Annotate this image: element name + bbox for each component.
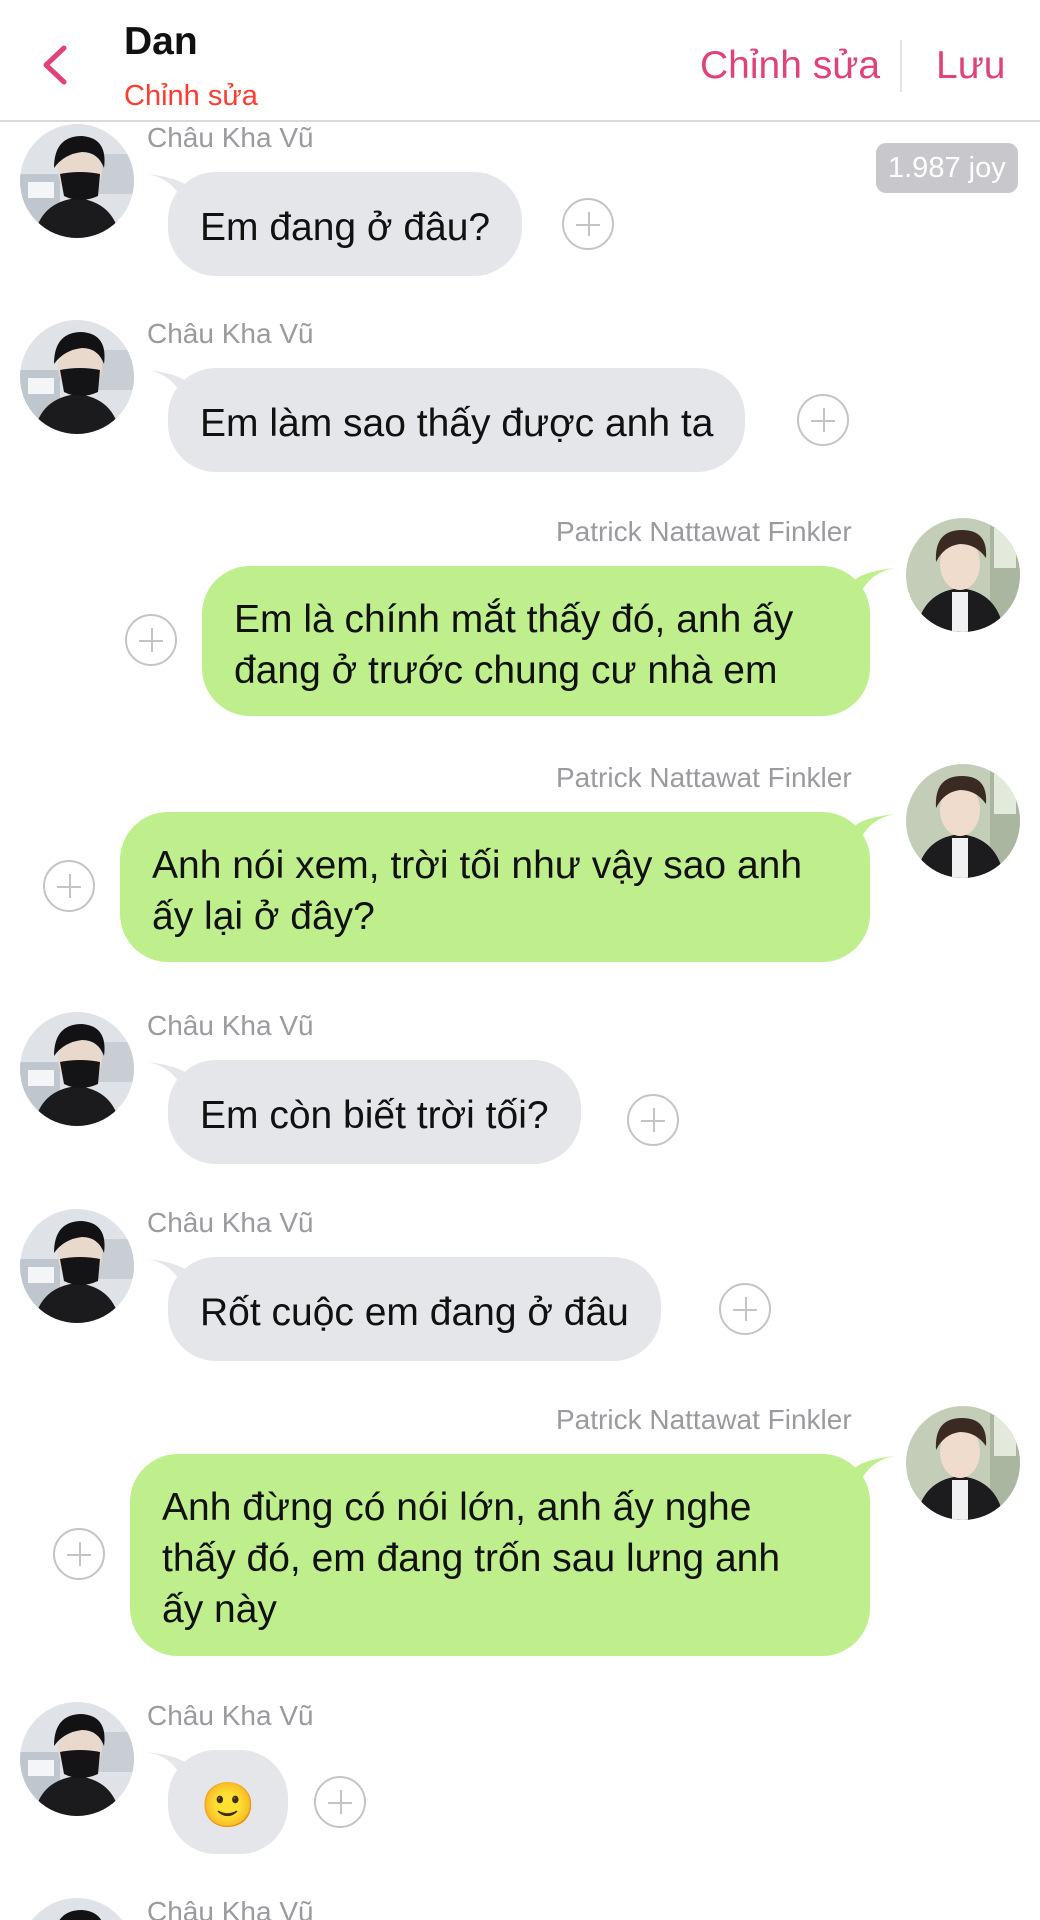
header-divider xyxy=(900,40,902,92)
message-line: đang ở trước chung cư nhà em xyxy=(234,649,778,692)
avatar[interactable] xyxy=(906,764,1020,878)
message-bubble[interactable]: Anh nói xem, trời tối như vậy sao anh ấy… xyxy=(120,812,870,962)
message-bubble[interactable]: Em làm sao thấy được anh ta xyxy=(168,368,746,472)
avatar[interactable] xyxy=(20,124,134,238)
message-row: Châu Kha Vũ Em còn biết trời tối? xyxy=(0,1010,1040,1180)
message-row: Châu Kha Vũ Rốt cuộc em đang ở đâu xyxy=(0,1207,1040,1377)
avatar[interactable] xyxy=(20,320,134,434)
message-bubble[interactable]: Em là chính mắt thấy đó, anh ấy đang ở t… xyxy=(202,566,870,716)
add-reaction-button[interactable] xyxy=(719,1283,771,1335)
message-row: Châu Kha Vũ Em làm sao thấy được anh ta xyxy=(0,318,1040,488)
message-bubble[interactable]: Em đang ở đâu? xyxy=(168,172,523,276)
avatar-masked-person-icon xyxy=(20,124,134,238)
chat-subtitle[interactable]: Chỉnh sửa xyxy=(124,80,258,113)
sender-name: Châu Kha Vũ xyxy=(147,1010,314,1041)
message-line: Anh đừng có nói lớn, anh ấy nghe xyxy=(162,1486,752,1529)
add-reaction-button[interactable] xyxy=(627,1094,679,1146)
chat-header: Dan Chỉnh sửa Chỉnh sửa Lưu xyxy=(0,0,1040,122)
sender-name: Châu Kha Vũ xyxy=(147,1700,314,1731)
message-line: thấy đó, em đang trốn sau lưng anh xyxy=(162,1537,781,1580)
avatar-masked-person-icon xyxy=(20,320,134,434)
avatar-masked-person-icon xyxy=(20,1209,134,1323)
message-bubble[interactable]: Rốt cuộc em đang ở đâu xyxy=(168,1257,661,1361)
message-row: Patrick Nattawat Finkler Em là chính mắt… xyxy=(0,516,1040,716)
add-reaction-button[interactable] xyxy=(125,614,177,666)
message-row: Patrick Nattawat Finkler Anh đừng có nói… xyxy=(0,1404,1040,1664)
avatar-masked-person-icon xyxy=(20,1702,134,1816)
sender-name: Châu Kha Vũ xyxy=(147,318,314,349)
message-line: Anh nói xem, trời tối như vậy sao anh xyxy=(152,844,803,887)
message-line: Em là chính mắt thấy đó, anh ấy xyxy=(234,598,794,641)
message-bubble[interactable]: Em còn biết trời tối? xyxy=(168,1060,581,1164)
add-reaction-button[interactable] xyxy=(797,394,849,446)
sender-name: Patrick Nattawat Finkler xyxy=(556,762,852,793)
avatar[interactable] xyxy=(20,1012,134,1126)
message-row: Patrick Nattawat Finkler Anh nói xem, tr… xyxy=(0,762,1040,962)
message-bubble[interactable]: 🙂 xyxy=(168,1750,288,1854)
avatar-person-icon xyxy=(906,764,1020,878)
avatar[interactable] xyxy=(20,1702,134,1816)
avatar[interactable] xyxy=(906,518,1020,632)
avatar[interactable] xyxy=(20,1209,134,1323)
edit-button[interactable]: Chỉnh sửa xyxy=(700,44,880,88)
chevron-left-icon xyxy=(43,45,67,85)
add-reaction-button[interactable] xyxy=(314,1776,366,1828)
avatar[interactable] xyxy=(20,1898,134,1920)
add-reaction-button[interactable] xyxy=(562,198,614,250)
message-row: Châu Kha Vũ 🙂 xyxy=(0,1700,1040,1870)
message-line: ấy lại ở đây? xyxy=(152,895,375,938)
message-bubble[interactable]: Anh đừng có nói lớn, anh ấy nghe thấy đó… xyxy=(130,1454,870,1656)
message-line: ấy này xyxy=(162,1588,277,1631)
avatar-masked-person-icon xyxy=(20,1898,134,1920)
sender-name: Patrick Nattawat Finkler xyxy=(556,1404,852,1435)
add-reaction-button[interactable] xyxy=(43,860,95,912)
add-reaction-button[interactable] xyxy=(53,1528,105,1580)
avatar-person-icon xyxy=(906,1406,1020,1520)
message-row: Châu Kha Vũ xyxy=(0,1896,1040,1920)
chat-title: Dan xyxy=(124,20,198,63)
avatar[interactable] xyxy=(906,1406,1020,1520)
back-button[interactable] xyxy=(36,40,76,90)
sender-name: Châu Kha Vũ xyxy=(147,122,314,153)
sender-name: Patrick Nattawat Finkler xyxy=(556,516,852,547)
save-button[interactable]: Lưu xyxy=(936,44,1006,88)
message-row: Châu Kha Vũ Em đang ở đâu? xyxy=(0,122,1040,292)
sender-name: Châu Kha Vũ xyxy=(147,1207,314,1238)
avatar-masked-person-icon xyxy=(20,1012,134,1126)
avatar-person-icon xyxy=(906,518,1020,632)
sender-name: Châu Kha Vũ xyxy=(147,1896,314,1920)
